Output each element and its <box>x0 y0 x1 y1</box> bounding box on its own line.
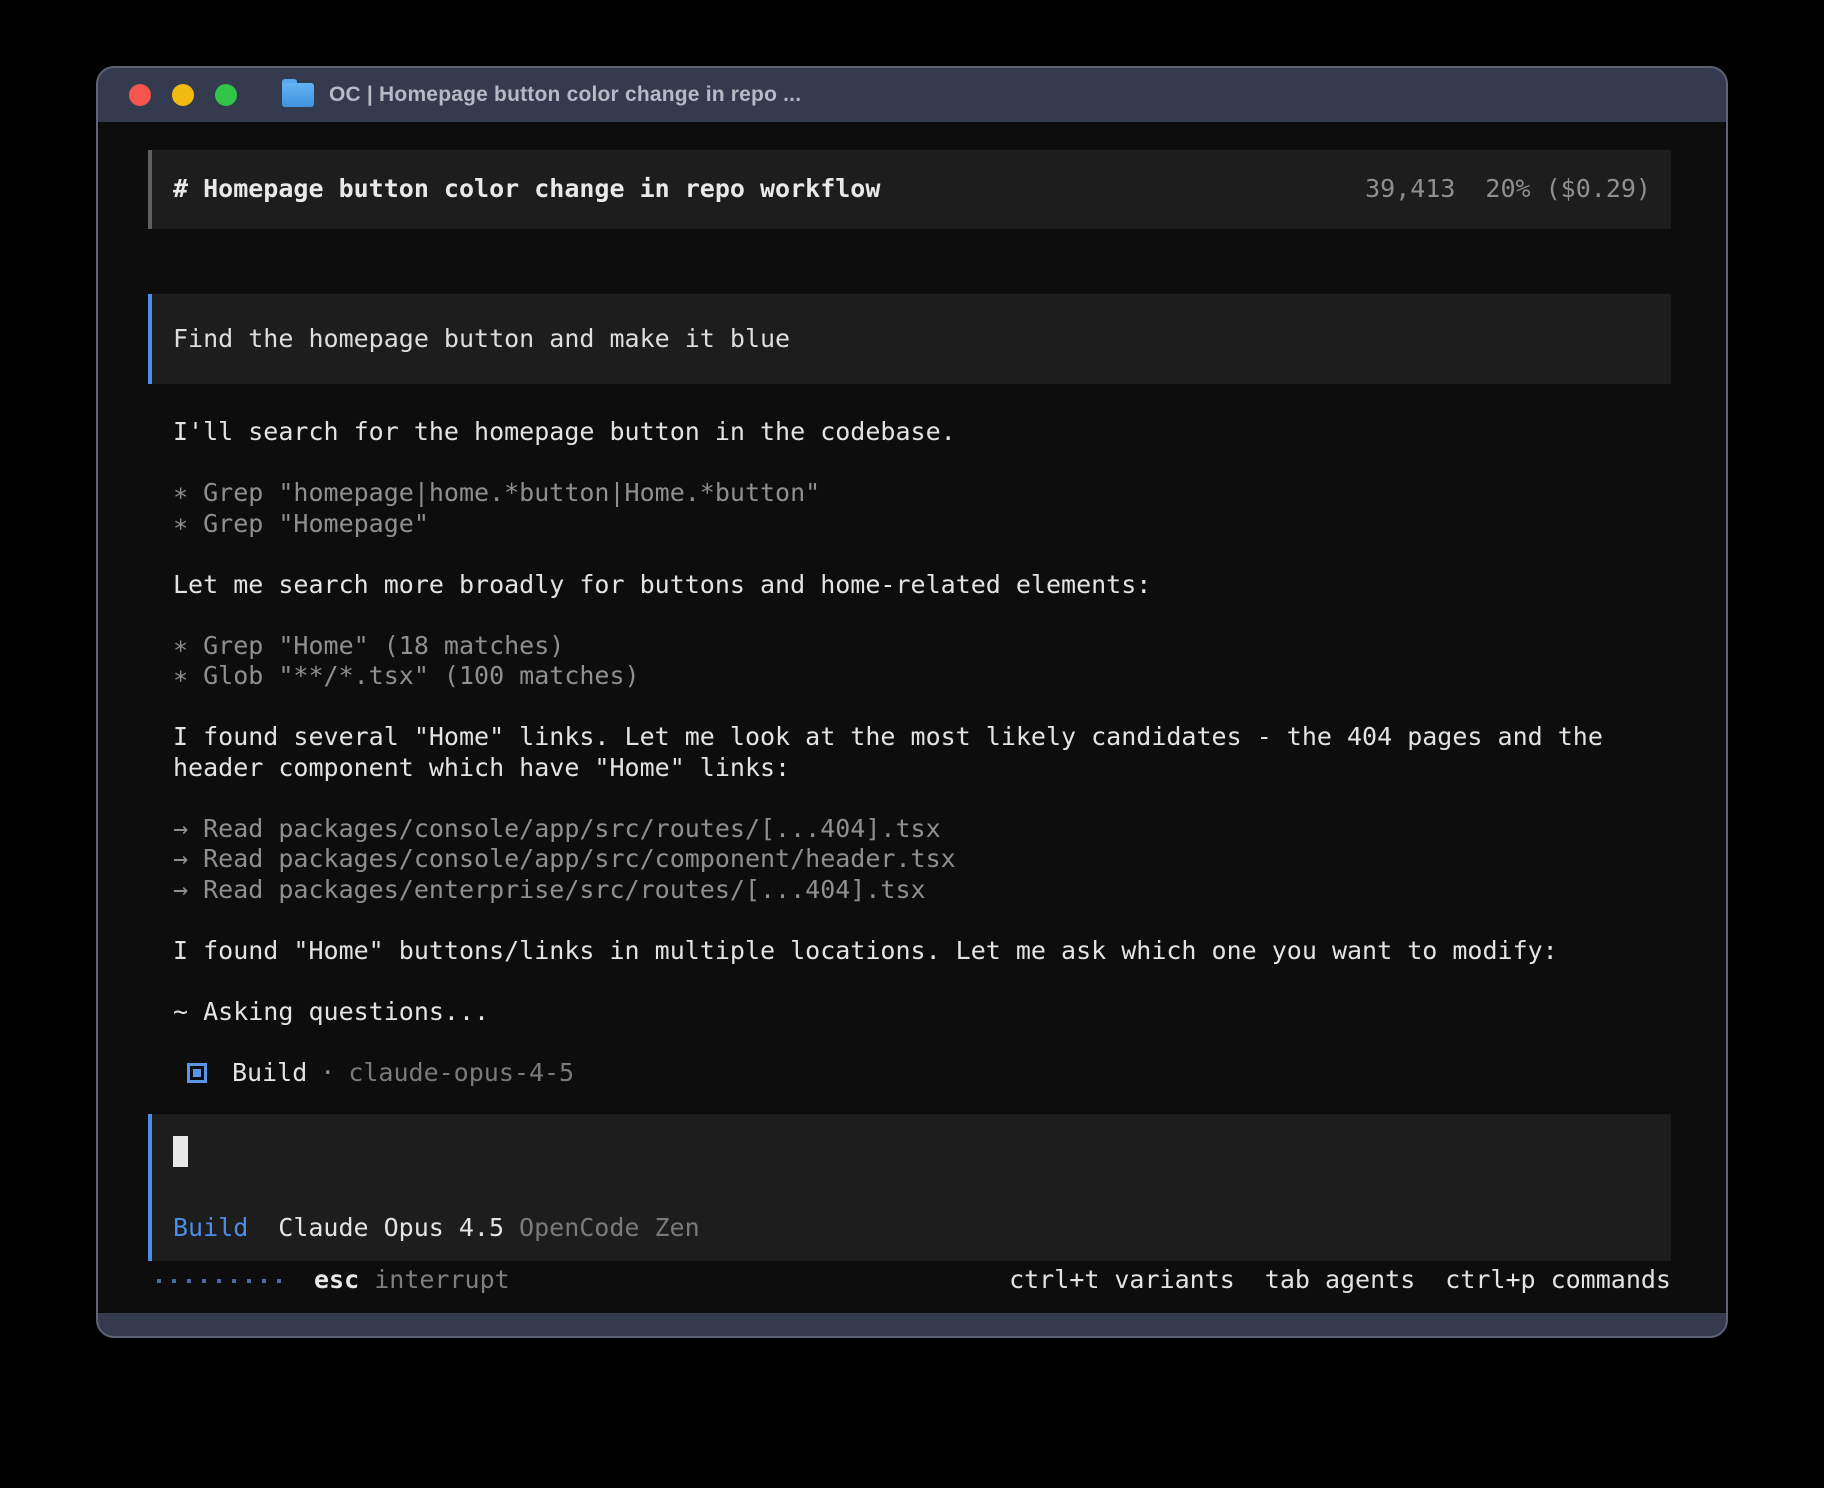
spinner-dot <box>202 1279 206 1283</box>
assistant-status-line: ~ Asking questions... <box>173 997 1671 1028</box>
interrupt-label: interrupt <box>374 1265 509 1294</box>
text-cursor <box>173 1136 188 1167</box>
commands-label: commands <box>1551 1265 1671 1296</box>
titlebar[interactable]: OC | Homepage button color change in rep… <box>98 68 1726 122</box>
status-agent: Build <box>173 1213 248 1244</box>
terminal-content[interactable]: # Homepage button color change in repo w… <box>98 122 1726 1313</box>
spinner-dot <box>157 1279 161 1283</box>
tool-call-group: ∗ Grep "Home" (18 matches) ∗ Glob "**/*.… <box>173 631 1671 692</box>
folder-icon <box>282 83 314 107</box>
assistant-paragraph: I found "Home" buttons/links in multiple… <box>173 936 1671 967</box>
tool-call-group: ∗ Grep "homepage|home.*button|Home.*butt… <box>173 478 1671 539</box>
assistant-paragraph: I found several "Home" links. Let me loo… <box>173 722 1671 783</box>
session-header: # Homepage button color change in repo w… <box>148 150 1671 229</box>
agent-line: Build · claude-opus-4-5 <box>173 1058 1671 1089</box>
assistant-paragraph: Let me search more broadly for buttons a… <box>173 570 1671 601</box>
spinner-dots <box>157 1279 281 1283</box>
esc-key: esc <box>314 1265 359 1294</box>
agents-label: agents <box>1325 1265 1415 1296</box>
status-provider: OpenCode Zen <box>519 1213 700 1244</box>
read-file-line: → Read packages/enterprise/src/routes/[.… <box>173 875 1671 906</box>
read-file-line: → Read packages/console/app/src/componen… <box>173 844 1671 875</box>
dot-separator: · <box>320 1058 335 1087</box>
variants-label: variants <box>1114 1265 1234 1296</box>
session-stats: 39,413 20% ($0.29) <box>1365 174 1651 205</box>
spinner-dot <box>187 1279 191 1283</box>
tab-key: tab <box>1265 1265 1310 1296</box>
spinner-dot <box>172 1279 176 1283</box>
minimize-button[interactable] <box>172 84 194 106</box>
session-title: # Homepage button color change in repo w… <box>173 174 880 205</box>
user-message-text: Find the homepage button and make it blu… <box>173 324 1651 355</box>
status-model: Claude Opus 4.5 <box>278 1213 504 1244</box>
spinner-dot <box>247 1279 251 1283</box>
close-button[interactable] <box>129 84 151 106</box>
ctrl-p-key: ctrl+p <box>1445 1265 1535 1296</box>
app-window: OC | Homepage button color change in rep… <box>96 66 1728 1338</box>
tool-call-line: ∗ Grep "homepage|home.*button|Home.*butt… <box>173 478 1671 509</box>
context-usage: 20% ($0.29) <box>1485 174 1651 205</box>
hint-commands: ctrl+p commands <box>1445 1265 1671 1296</box>
window-title: OC | Homepage button color change in rep… <box>329 83 801 107</box>
ctrl-t-key: ctrl+t <box>1009 1265 1099 1296</box>
window-bottom-strip <box>98 1313 1726 1336</box>
tool-call-line: ∗ Glob "**/*.tsx" (100 matches) <box>173 661 1671 692</box>
hint-agents: tab agents <box>1265 1265 1415 1296</box>
prompt-input[interactable]: Build Claude Opus 4.5 OpenCode Zen <box>148 1114 1671 1261</box>
traffic-lights <box>129 84 237 106</box>
hint-variants: ctrl+t variants <box>1009 1265 1235 1296</box>
status-bar: esc interrupt ctrl+t variants tab agents… <box>148 1261 1671 1312</box>
tool-call-line: ∗ Grep "Home" (18 matches) <box>173 631 1671 662</box>
assistant-conversation: I'll search for the homepage button in t… <box>173 417 1671 1088</box>
token-count: 39,413 <box>1365 174 1455 205</box>
maximize-button[interactable] <box>215 84 237 106</box>
spinner-dot <box>217 1279 221 1283</box>
user-message: Find the homepage button and make it blu… <box>148 294 1671 385</box>
read-file-line: → Read packages/console/app/src/routes/[… <box>173 814 1671 845</box>
desktop-background: OC | Homepage button color change in rep… <box>0 0 1824 1488</box>
assistant-paragraph: I'll search for the homepage button in t… <box>173 417 1671 448</box>
agent-icon <box>187 1063 207 1083</box>
keyboard-hints: ctrl+t variants tab agents ctrl+p comman… <box>1009 1265 1671 1296</box>
spinner-dot <box>277 1279 281 1283</box>
tool-call-line: ∗ Grep "Homepage" <box>173 509 1671 540</box>
agent-name: Build <box>232 1058 307 1087</box>
spinner-dot <box>232 1279 236 1283</box>
spinner-dot <box>262 1279 266 1283</box>
hint-interrupt: esc interrupt <box>314 1265 510 1296</box>
agent-model: claude-opus-4-5 <box>348 1058 574 1087</box>
tool-call-group: → Read packages/console/app/src/routes/[… <box>173 814 1671 906</box>
input-status: Build Claude Opus 4.5 OpenCode Zen <box>173 1213 1651 1244</box>
